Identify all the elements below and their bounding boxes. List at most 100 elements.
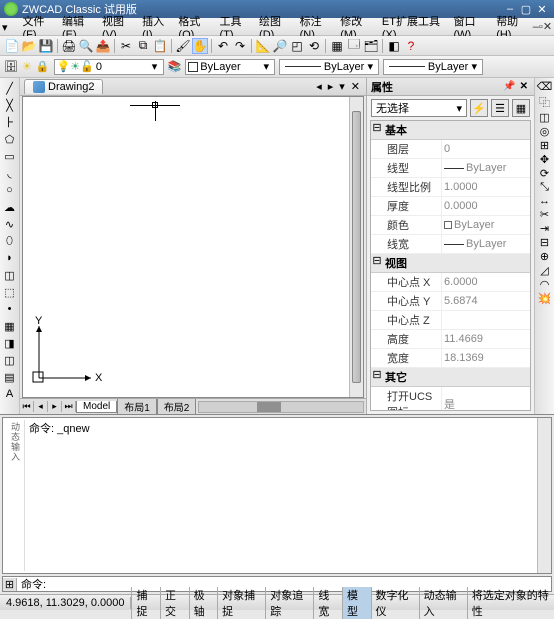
chevron-down-icon[interactable]: ▾ [364,60,376,73]
table-tool[interactable]: ▤ [2,369,18,385]
open-button[interactable]: 📂 [21,38,37,54]
tab-nav-left-icon[interactable]: ◂ [314,80,324,93]
tab-close-icon[interactable]: ✕ [349,80,362,93]
rotate-tool[interactable]: ⟳ [540,167,549,180]
property-row[interactable]: 厚度0.0000 [371,197,530,216]
xline-tool[interactable]: ╳ [2,97,18,113]
toggle-pick-button[interactable]: ▦ [512,99,530,117]
mirror-tool[interactable]: ◫ [539,111,549,124]
drawing-canvas[interactable]: X Y [22,96,364,398]
measure-button[interactable]: 📐 [255,38,271,54]
close-button[interactable]: ✕ [534,2,550,16]
publish-button[interactable]: 📤 [95,38,111,54]
mode-线宽[interactable]: 线宽 [313,587,342,619]
property-value[interactable]: 是 [441,387,530,411]
mode-将选定对象的特性[interactable]: 将选定对象的特性 [467,587,554,619]
chevron-down-icon[interactable]: ▾ [260,60,272,73]
property-row[interactable]: 线型比例1.0000 [371,178,530,197]
cut-button[interactable]: ✂ [118,38,134,54]
select-objects-button[interactable]: ☰ [491,99,509,117]
insert-block-tool[interactable]: ◫ [2,267,18,283]
command-v-scrollbar[interactable] [537,418,551,573]
line-tool[interactable]: ╱ [2,80,18,96]
break-tool[interactable]: ⊟ [540,236,549,249]
chamfer-tool[interactable]: ◿ [540,264,548,277]
arc-tool[interactable]: ◟ [2,165,18,181]
mode-对象捕捉[interactable]: 对象捕捉 [217,587,265,619]
command-history[interactable]: 动态输入 命令: _qnew [2,417,552,574]
mode-模型[interactable]: 模型 [342,587,371,619]
property-value[interactable]: ByLayer [441,159,530,177]
property-value[interactable]: 0 [441,140,530,158]
property-row[interactable]: 高度11.4669 [371,330,530,349]
make-block-tool[interactable]: ⬚ [2,284,18,300]
explode-tool[interactable]: 💥 [538,292,552,305]
print-button[interactable]: 🖨 [61,38,77,54]
layer-tool-button[interactable]: ▦ [329,38,345,54]
model-tab[interactable]: Model [76,401,117,413]
chevron-down-icon[interactable]: ▾ [456,102,462,115]
zoom-window-button[interactable]: ◰ [289,38,305,54]
ellipse-tool[interactable]: ⬯ [2,233,18,249]
chevron-down-icon[interactable]: ▾ [468,60,480,73]
stretch-tool[interactable]: ↔ [539,195,550,207]
scale-tool[interactable]: ⤡ [540,181,549,194]
tab-nav-right-icon[interactable]: ▸ [326,80,336,93]
property-value[interactable] [441,311,530,329]
mode-动态输入[interactable]: 动态输入 [419,587,467,619]
menu-dropdown-icon[interactable]: ▾ [2,21,12,33]
canvas-h-scrollbar[interactable] [198,401,364,413]
spline-tool[interactable]: ∿ [2,216,18,232]
properties-grid[interactable]: ⊟基本图层0线型ByLayer线型比例1.0000厚度0.0000颜色ByLay… [370,120,531,411]
property-value[interactable]: ByLayer [441,216,530,234]
offset-tool[interactable]: ◎ [540,125,550,138]
move-tool[interactable]: ✥ [540,153,549,166]
property-value[interactable]: 5.6874 [441,292,530,310]
tab-last-button[interactable]: ⏭ [62,401,76,412]
zoom-prev-button[interactable]: ⟲ [306,38,322,54]
canvas-v-scrollbar[interactable] [349,97,363,397]
block-button[interactable]: ◧ [386,38,402,54]
property-value[interactable]: 1.0000 [441,178,530,196]
rectangle-tool[interactable]: ▭ [2,148,18,164]
layer-freeze-icon[interactable]: ☀ [22,60,32,73]
array-tool[interactable]: ⊞ [540,139,549,152]
new-button[interactable]: 📄 [4,38,20,54]
property-row[interactable]: 宽度18.1369 [371,349,530,368]
tab-next-button[interactable]: ▸ [48,401,62,412]
property-row[interactable]: 中心点 Z [371,311,530,330]
mode-捕捉[interactable]: 捕捉 [131,587,160,619]
property-value[interactable]: ByLayer [441,235,530,253]
layer-lock-icon[interactable]: 🔒 [36,60,50,73]
property-row[interactable]: 线宽ByLayer [371,235,530,254]
design-center-button[interactable]: 🗂 [363,38,379,54]
tab-dropdown-icon[interactable]: ▾ [337,80,347,93]
quick-select-button[interactable]: ⚡ [470,99,488,117]
property-row[interactable]: 图层0 [371,140,530,159]
copy-button[interactable]: ⧉ [135,38,151,54]
polyline-tool[interactable]: ⺊ [2,114,18,130]
property-value[interactable]: 18.1369 [441,349,530,367]
property-row[interactable]: 颜色ByLayer [371,216,530,235]
layer-state-icon[interactable]: 🗄 [4,60,18,73]
panel-close-icon[interactable]: ✕ [518,81,530,92]
doc-tab-drawing2[interactable]: Drawing2 [24,79,103,94]
chevron-down-icon[interactable]: ▾ [149,60,161,73]
join-tool[interactable]: ⊕ [540,250,549,263]
property-value[interactable]: 0.0000 [441,197,530,215]
property-row[interactable]: 中心点 X6.0000 [371,273,530,292]
circle-tool[interactable]: ○ [2,182,18,198]
point-tool[interactable]: • [2,301,18,317]
fillet-tool[interactable]: ◠ [540,278,550,291]
mode-极轴[interactable]: 极轴 [189,587,218,619]
layer-selector[interactable]: 💡☀🔓 0 ▾ [54,59,164,75]
group-toggle-icon[interactable]: ⊟ [371,368,383,386]
extend-tool[interactable]: ⇥ [540,222,549,235]
mode-数字化仪[interactable]: 数字化仪 [371,587,419,619]
layer-manager-icon[interactable]: 📚 [168,60,182,73]
tab-prev-button[interactable]: ◂ [34,401,48,412]
undo-button[interactable]: ↶ [215,38,231,54]
command-toggle-icon[interactable]: ⊞ [3,578,17,591]
pan-hand-button[interactable]: ✋ [192,38,208,54]
copy-tool[interactable]: ⿻ [539,94,550,110]
